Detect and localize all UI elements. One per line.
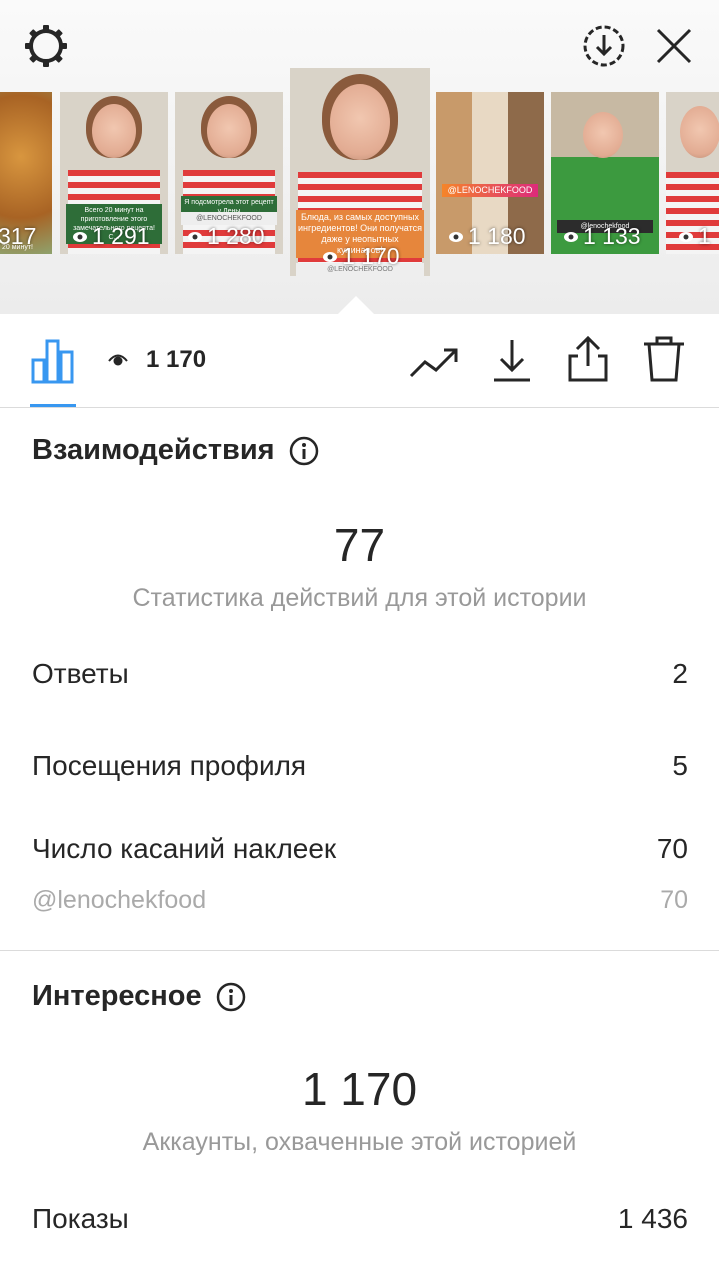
download-circle-icon xyxy=(583,25,625,67)
stat-row-profile-visits: Посещения профиля 5 xyxy=(32,750,688,782)
bar-chart-icon xyxy=(31,339,74,384)
story-thumbnails: 20 минут! 317 Всего 20 минут на приготов… xyxy=(0,68,719,290)
interactions-total: 77 xyxy=(333,519,386,571)
thumb-face xyxy=(207,104,251,158)
eye-icon xyxy=(564,231,578,242)
interactions-title: Взаимодействия xyxy=(32,434,275,466)
gear-icon xyxy=(25,25,67,67)
discovery-subtitle: Аккаунты, охваченные этой историей xyxy=(142,1128,577,1156)
stat-label: Ответы xyxy=(32,658,129,689)
close-button[interactable] xyxy=(650,22,698,70)
eye-icon xyxy=(188,231,202,242)
stat-row-impressions: Показы 1 436 xyxy=(32,1203,688,1235)
thumb-face xyxy=(330,84,390,160)
insights-tab[interactable] xyxy=(30,338,76,384)
settings-button[interactable] xyxy=(22,22,70,70)
view-count: 1 180 xyxy=(448,223,526,250)
interactions-subtitle: Статистика действий для этой истории xyxy=(132,584,587,612)
views-count: 1 170 xyxy=(108,346,206,374)
download-icon xyxy=(494,340,530,382)
info-icon[interactable] xyxy=(216,982,246,1012)
insights-toolbar: 1 170 xyxy=(0,314,719,408)
view-count: 1 280 xyxy=(187,223,265,250)
download-button[interactable] xyxy=(488,336,536,384)
eye-icon xyxy=(108,354,128,366)
stat-value: 5 xyxy=(672,750,688,781)
info-icon[interactable] xyxy=(289,436,319,466)
discovery-header: Интересное xyxy=(32,980,246,1013)
story-thumbnail[interactable]: 1 xyxy=(666,92,719,254)
story-strip-area: 20 минут! 317 Всего 20 минут на приготов… xyxy=(0,0,719,314)
view-count: 1 xyxy=(678,223,711,250)
thumb-face xyxy=(680,106,719,158)
delete-button[interactable] xyxy=(640,334,688,384)
discovery-total: 1 170 xyxy=(301,1063,418,1115)
selection-pointer xyxy=(338,296,374,314)
share-icon xyxy=(568,335,608,382)
section-divider xyxy=(0,950,719,951)
trash-icon xyxy=(644,336,684,382)
stat-value: 1 436 xyxy=(617,1203,688,1234)
stat-label: Посещения профиля xyxy=(32,750,307,781)
story-thumbnail[interactable]: Я подсмотрела этот рецепт у Лены @LENOCH… xyxy=(175,92,283,254)
close-icon xyxy=(656,28,692,64)
story-thumbnail-selected[interactable]: Блюда, из самых доступных ингредиентов! … xyxy=(290,68,430,276)
stat-row-sticker-mention[interactable]: @lenochekfood 70 xyxy=(32,886,688,915)
eye-icon xyxy=(323,251,337,262)
stat-value: 2 xyxy=(672,658,688,689)
story-thumbnail[interactable]: 20 минут! 317 xyxy=(0,92,52,254)
view-count: 1 291 xyxy=(72,223,150,250)
interactions-header: Взаимодействия xyxy=(32,434,319,467)
stat-row-replies: Ответы 2 xyxy=(32,658,688,690)
view-count: 1 170 xyxy=(322,243,400,270)
story-thumbnail[interactable]: Всего 20 минут на приготовление этого за… xyxy=(60,92,168,254)
eye-icon xyxy=(679,231,693,242)
stat-label: Показы xyxy=(32,1203,129,1234)
view-count: 1 133 xyxy=(563,223,641,250)
story-mention-tag: @LENOCHEKFOOD xyxy=(442,184,538,197)
story-thumbnail[interactable]: @lenochekfood 1 133 xyxy=(551,92,659,254)
save-story-button[interactable] xyxy=(580,22,628,70)
eye-icon xyxy=(73,231,87,242)
stat-value: 70 xyxy=(656,833,688,864)
stat-value: 70 xyxy=(660,886,688,914)
thumb-face xyxy=(583,112,623,158)
stat-row-sticker-taps: Число касаний наклеек 70 xyxy=(32,833,688,865)
promote-button[interactable] xyxy=(408,342,462,382)
thumb-face xyxy=(92,104,136,158)
trending-icon xyxy=(409,348,458,378)
discovery-title: Интересное xyxy=(32,980,202,1012)
eye-icon xyxy=(449,231,463,242)
share-button[interactable] xyxy=(564,334,612,384)
view-count: 317 xyxy=(0,223,37,249)
stat-label: @lenochekfood xyxy=(32,886,207,914)
active-tab-indicator xyxy=(30,404,76,407)
views-value: 1 170 xyxy=(146,346,207,373)
story-thumbnail[interactable]: @LENOCHEKFOOD 1 180 xyxy=(436,92,544,254)
stat-label: Число касаний наклеек xyxy=(32,833,337,864)
